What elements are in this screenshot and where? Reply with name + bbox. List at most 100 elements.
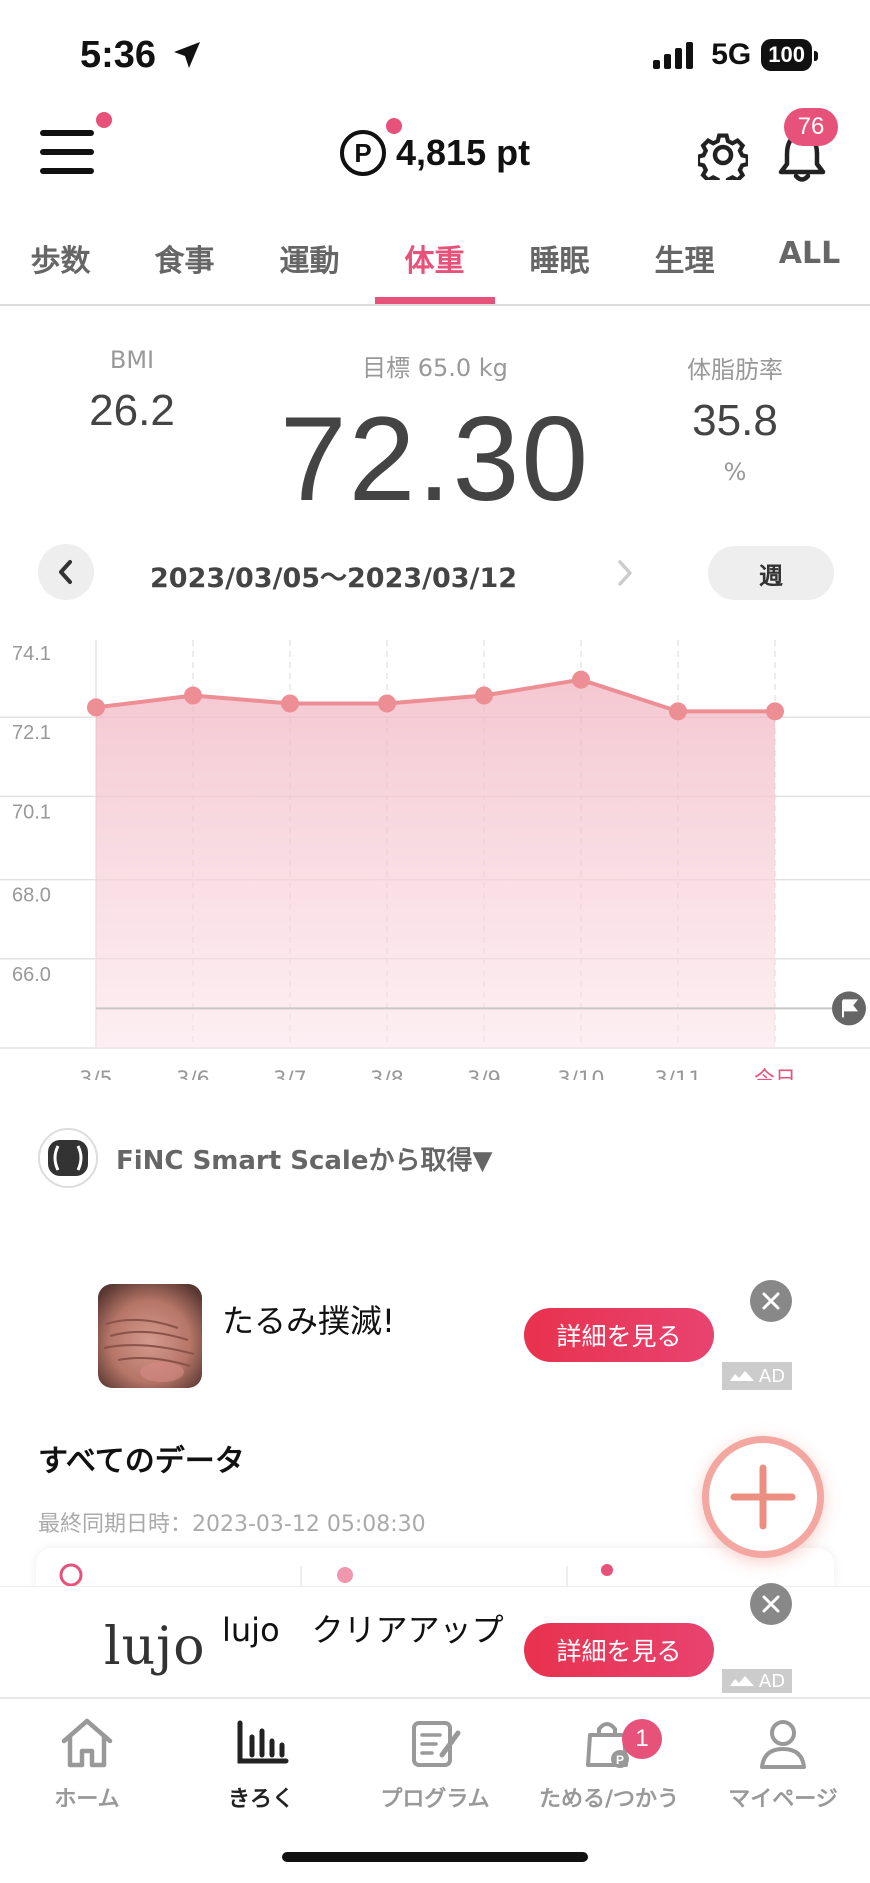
tab-all[interactable]: ALL bbox=[747, 236, 870, 271]
nav-home[interactable]: ホーム bbox=[0, 1715, 174, 1813]
previous-range-button[interactable] bbox=[38, 544, 94, 600]
notification-badge: 76 bbox=[784, 108, 838, 146]
chevron-left-icon bbox=[59, 560, 72, 584]
weight-chart: 74.1 72.1 70.1 68.0 66.0 3/5 3/6 3/7 3/8 3/9 3/10 3… bbox=[0, 640, 870, 1080]
ad-title[interactable]: たるみ撲滅! bbox=[222, 1296, 395, 1342]
close-icon bbox=[762, 1292, 780, 1310]
ad-network-icon bbox=[729, 1676, 754, 1686]
weight-point-3/11 bbox=[669, 702, 687, 721]
nav-program[interactable]: プログラム bbox=[348, 1715, 522, 1813]
scale-card-icon bbox=[59, 1563, 83, 1587]
data-source-selector[interactable]: FiNC Smart Scaleから取得▼ bbox=[116, 1140, 492, 1177]
clipboard-icon bbox=[412, 1721, 461, 1767]
active-tab-indicator bbox=[375, 297, 495, 304]
tab-meal[interactable]: 食事 bbox=[122, 236, 247, 280]
location-arrow-icon bbox=[174, 42, 200, 68]
weight-value: 72.30 bbox=[279, 392, 591, 526]
svg-text:P: P bbox=[616, 1753, 624, 1767]
add-record-button[interactable] bbox=[702, 1436, 824, 1558]
x-tick-label: 3/7 bbox=[273, 1067, 307, 1080]
y-tick-label: 72.1 bbox=[12, 722, 51, 744]
banner-ad-logo: lujo bbox=[104, 1617, 206, 1677]
home-icon bbox=[61, 1718, 113, 1768]
nav-points[interactable]: P ためる/つかう 1 bbox=[522, 1715, 696, 1813]
status-indicators: 5G 100 bbox=[653, 38, 818, 72]
bar-chart-icon bbox=[237, 1720, 289, 1764]
nav-program-label: プログラム bbox=[380, 1787, 490, 1812]
tab-period[interactable]: 生理 bbox=[622, 236, 747, 280]
goal-label: 目標 65.0 kg bbox=[362, 354, 508, 382]
bmi-value: 26.2 bbox=[89, 386, 175, 435]
tab-exercise[interactable]: 運動 bbox=[247, 236, 372, 280]
weight-point-3/6 bbox=[184, 686, 202, 705]
body-fat-unit: % bbox=[723, 458, 747, 486]
nav-mypage-label: マイページ bbox=[728, 1787, 838, 1812]
y-tick-label: 70.1 bbox=[12, 801, 51, 823]
banner-ad-title: lujo クリアアップ bbox=[222, 1611, 504, 1649]
weight-point-3/10 bbox=[572, 670, 590, 689]
nav-record[interactable]: きろく bbox=[174, 1715, 348, 1813]
x-tick-label: 3/11 bbox=[654, 1067, 701, 1080]
x-tick-label: 3/8 bbox=[370, 1067, 404, 1080]
status-time: 5:36 bbox=[80, 34, 157, 76]
x-tick-label: 3/5 bbox=[79, 1067, 113, 1080]
banner-ad[interactable]: lujo lujo クリアアップ 詳細を見る AD bbox=[0, 1583, 870, 1696]
network-label: 5G bbox=[711, 38, 752, 71]
ad-thumbnail[interactable] bbox=[98, 1284, 202, 1388]
y-tick-label: 66.0 bbox=[12, 964, 51, 986]
bmi-label: BMI bbox=[109, 346, 155, 374]
x-tick-label: 3/10 bbox=[557, 1067, 604, 1080]
y-tick-label: 68.0 bbox=[12, 885, 51, 907]
plus-icon bbox=[730, 1464, 796, 1530]
banner-close-button[interactable] bbox=[750, 1583, 792, 1625]
weight-point-今日 bbox=[766, 702, 784, 721]
period-select-button[interactable]: 週 bbox=[708, 546, 834, 600]
tab-sleep[interactable]: 睡眠 bbox=[497, 236, 622, 280]
chevron-right-icon[interactable] bbox=[614, 558, 636, 588]
tab-steps[interactable]: 歩数 bbox=[0, 236, 123, 280]
menu-icon[interactable] bbox=[40, 130, 94, 174]
ad-badge: AD bbox=[722, 1362, 792, 1390]
points-icon: P bbox=[340, 130, 386, 176]
banner-ad-badge-label: AD bbox=[758, 1670, 786, 1692]
weight-area bbox=[96, 679, 775, 1048]
weight-point-3/9 bbox=[475, 686, 493, 705]
person-card-icon bbox=[601, 1564, 613, 1576]
last-sync-time: 最終同期日時：2023-03-12 05:08:30 bbox=[38, 1512, 426, 1537]
data-summary-card[interactable] bbox=[36, 1548, 834, 1588]
scale-device-icon bbox=[38, 1128, 98, 1188]
ad-network-icon bbox=[729, 1371, 754, 1381]
nav-points-label: ためる/つかう bbox=[538, 1787, 680, 1812]
tab-weight[interactable]: 体重 bbox=[372, 236, 497, 280]
signal-icon bbox=[653, 41, 694, 69]
close-icon bbox=[762, 1595, 780, 1613]
x-tick-label: 3/9 bbox=[467, 1067, 501, 1080]
ad-detail-button[interactable]: 詳細を見る bbox=[524, 1308, 714, 1362]
menu-notification-dot bbox=[96, 112, 112, 128]
x-tick-label: 3/6 bbox=[176, 1067, 210, 1080]
y-tick-label: 74.1 bbox=[12, 643, 51, 665]
points-display[interactable]: P 4,815 pt bbox=[340, 130, 530, 176]
points-notification-dot bbox=[386, 118, 402, 134]
gear-icon[interactable] bbox=[698, 130, 748, 180]
weight-point-3/8 bbox=[378, 694, 396, 713]
x-tick-label: 今日 bbox=[754, 1067, 796, 1080]
category-tabs: 歩数 食事 運動 体重 睡眠 生理 ALL bbox=[0, 226, 870, 306]
body-fat-label: 体脂肪率 bbox=[687, 356, 783, 384]
banner-ad-badge: AD bbox=[722, 1669, 792, 1693]
body-fat-value: 35.8 bbox=[692, 396, 778, 445]
all-data-title: すべてのデータ bbox=[38, 1444, 245, 1479]
weight-point-3/7 bbox=[281, 694, 299, 713]
date-range: 2023/03/05～2023/03/12 bbox=[150, 563, 518, 594]
weight-point-3/5 bbox=[87, 698, 105, 717]
nav-mypage[interactable]: マイページ bbox=[696, 1715, 870, 1813]
body-card-icon bbox=[337, 1567, 353, 1583]
nav-record-label: きろく bbox=[227, 1787, 294, 1812]
nav-home-label: ホーム bbox=[54, 1787, 120, 1812]
points-value: 4,815 pt bbox=[396, 132, 531, 173]
nav-points-badge: 1 bbox=[622, 1719, 662, 1759]
ad-badge-label: AD bbox=[758, 1365, 786, 1387]
battery-icon: 100 bbox=[761, 39, 818, 71]
ad-close-button[interactable] bbox=[750, 1280, 792, 1322]
banner-detail-button[interactable]: 詳細を見る bbox=[524, 1623, 714, 1677]
